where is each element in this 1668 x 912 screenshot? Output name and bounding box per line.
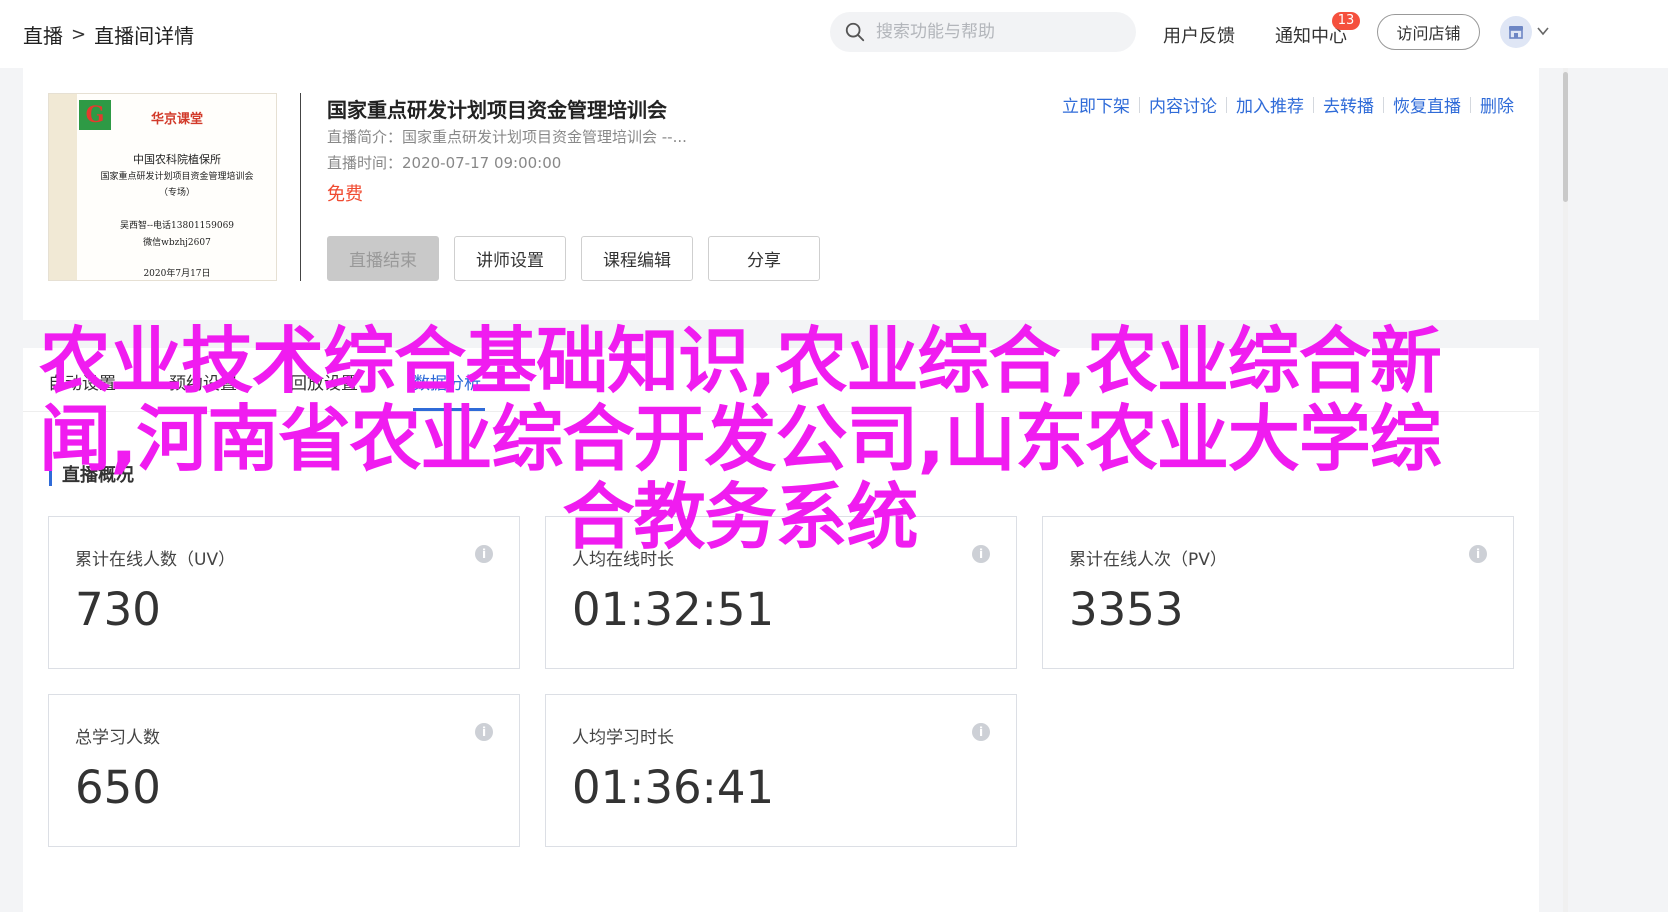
share-button[interactable]: 分享: [708, 236, 820, 281]
store-avatar[interactable]: [1500, 16, 1532, 48]
notification-count-badge: 13: [1332, 12, 1360, 30]
action-divider: [1226, 96, 1227, 113]
course-title: 国家重点研发计划项目资金管理培训会: [327, 98, 667, 122]
stat-value: 730: [75, 583, 161, 636]
course-intro: 直播简介：国家重点研发计划项目资金管理培训会 --...: [327, 128, 687, 146]
stat-value: 01:36:41: [572, 761, 775, 814]
stat-card-avg-learning-time: 人均学习时长 01:36:41 i: [545, 694, 1017, 847]
info-icon[interactable]: i: [475, 723, 493, 741]
chevron-down-icon[interactable]: [1536, 24, 1550, 38]
cover-date: 2020年7月17日: [143, 269, 211, 279]
cover-decorative-band: [49, 94, 77, 280]
cover-program: 国家重点研发计划项目资金管理培训会: [100, 172, 254, 182]
action-divider: [1313, 96, 1314, 113]
delete-link[interactable]: 删除: [1480, 92, 1514, 117]
scrollbar-thumb[interactable]: [1563, 72, 1568, 202]
stat-value: 650: [75, 761, 161, 814]
rebroadcast-link[interactable]: 去转播: [1323, 92, 1374, 117]
breadcrumb: 直播 > 直播间详情: [23, 20, 194, 49]
feedback-link[interactable]: 用户反馈: [1163, 22, 1235, 48]
visit-store-button[interactable]: 访问店铺: [1377, 14, 1480, 50]
breadcrumb-separator: >: [71, 24, 87, 45]
action-divider: [1470, 96, 1471, 113]
take-down-link[interactable]: 立即下架: [1062, 92, 1130, 117]
info-icon[interactable]: i: [1469, 545, 1487, 563]
cover-type: （专场）: [158, 188, 195, 198]
stat-value: 01:32:51: [572, 583, 775, 636]
top-header: 直播 > 直播间详情 用户反馈 通知中心 13 访问店铺: [0, 0, 1668, 68]
breadcrumb-room-detail: 直播间详情: [94, 24, 195, 48]
course-edit-button[interactable]: 课程编辑: [581, 236, 693, 281]
course-cover-image: G 华京课堂 中国农科院植保所 国家重点研发计划项目资金管理培训会 （专场） 吴…: [48, 93, 277, 281]
action-divider: [1383, 96, 1384, 113]
course-card: G 华京课堂 中国农科院植保所 国家重点研发计划项目资金管理培训会 （专场） 吴…: [23, 68, 1539, 320]
search-icon: [845, 22, 865, 42]
store-icon: [1509, 26, 1523, 39]
breadcrumb-live[interactable]: 直播: [23, 20, 63, 49]
info-icon[interactable]: i: [972, 723, 990, 741]
course-price: 免费: [327, 184, 363, 205]
course-actions: 立即下架 内容讨论 加入推荐 去转播 恢复直播 删除: [1062, 92, 1514, 117]
content-discussion-link[interactable]: 内容讨论: [1149, 92, 1217, 117]
search-box[interactable]: [830, 12, 1136, 52]
resume-live-link[interactable]: 恢复直播: [1393, 92, 1461, 117]
cover-institute: 中国农科院植保所: [133, 153, 221, 166]
live-ended-button[interactable]: 直播结束: [327, 236, 439, 281]
course-time: 直播时间：2020-07-17 09:00:00: [327, 154, 562, 172]
stat-card-total-learners: 总学习人数 650 i: [48, 694, 520, 847]
cover-brand: 华京课堂: [150, 112, 203, 127]
cover-divider: [300, 93, 301, 281]
action-divider: [1139, 96, 1140, 113]
stat-label: 人均学习时长: [572, 728, 674, 748]
lecturer-settings-button[interactable]: 讲师设置: [454, 236, 566, 281]
overlay-headline: 农业技术综合基础知识,农业综合,农业综合新闻,河南省农业综合开发公司,山东农业大…: [39, 319, 1442, 559]
cover-contact: 吴西智--电话13801159069: [119, 221, 235, 231]
add-recommend-link[interactable]: 加入推荐: [1236, 92, 1304, 117]
cover-wechat: 微信wbzhj2607: [143, 238, 211, 248]
stat-value: 3353: [1069, 583, 1184, 636]
stat-label: 总学习人数: [75, 728, 160, 748]
search-input[interactable]: [876, 22, 1116, 42]
